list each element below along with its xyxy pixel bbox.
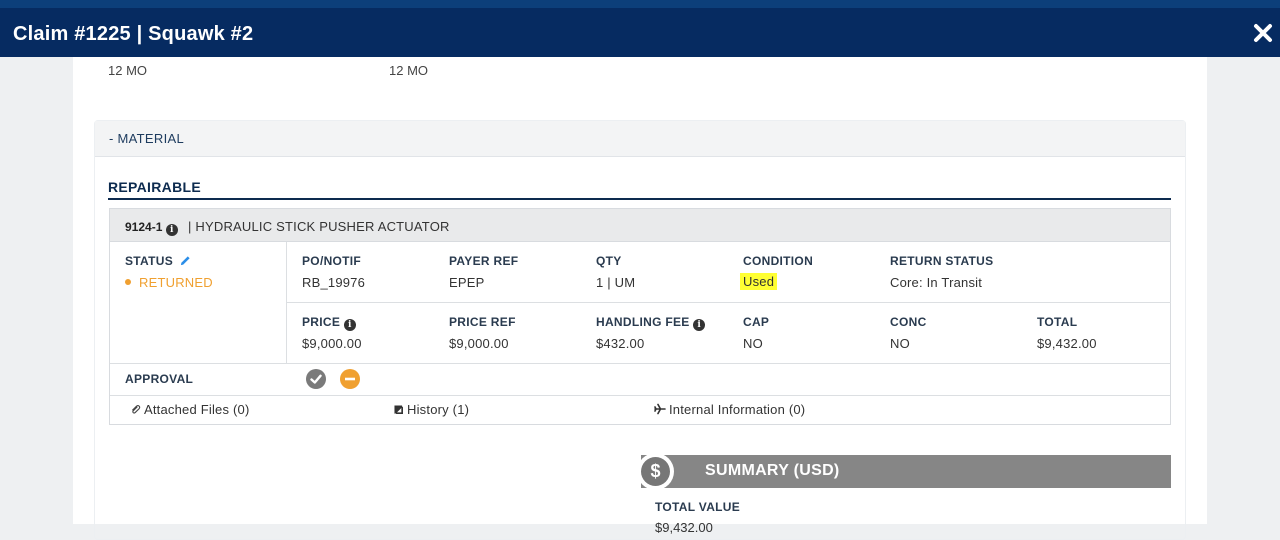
attached-files-link[interactable]: Attached Files (0) [130, 402, 249, 417]
handling-fee-value: $432.00 [596, 336, 645, 351]
cap-label: CAP [743, 315, 770, 329]
close-icon[interactable] [1252, 22, 1274, 44]
summary-total-value: $9,432.00 [655, 520, 713, 535]
history-link[interactable]: History (1) [393, 402, 469, 417]
total-value: $9,432.00 [1037, 336, 1097, 351]
approval-label: APPROVAL [125, 372, 194, 386]
condition-value-wrapper: Used [740, 273, 778, 290]
price-ref-value: $9,000.00 [449, 336, 509, 351]
po-notif-label: PO/NOTIF [302, 254, 362, 268]
material-section-toggle[interactable]: - MATERIAL [95, 121, 1185, 157]
summary-icon-ring: $ [637, 453, 674, 490]
links-divider [110, 395, 1170, 396]
handling-fee-label: HANDLING FEE [596, 315, 690, 329]
repairable-title: REPAIRABLE [108, 179, 201, 195]
price-label-group: PRICE i [302, 315, 356, 331]
price-info-icon[interactable]: i [343, 319, 356, 331]
part-header: 9124-1 i | HYDRAULIC STICK PUSHER ACTUAT… [110, 209, 1170, 242]
internal-information-label: Internal Information (0) [669, 402, 806, 417]
column-divider [286, 242, 287, 364]
price-label: PRICE [302, 315, 341, 329]
book-icon [394, 405, 403, 414]
status-label: STATUS [125, 254, 174, 268]
dollar-icon: $ [641, 457, 670, 486]
plane-icon [654, 403, 666, 415]
row-divider [287, 302, 1171, 303]
modal-title: Claim #1225 | Squawk #2 [13, 23, 254, 45]
part-separator: | [188, 219, 192, 234]
pencil-icon[interactable] [180, 255, 191, 269]
return-status-label: RETURN STATUS [890, 254, 994, 268]
total-value-label: TOTAL VALUE [655, 500, 741, 514]
return-status-value: Core: In Transit [890, 275, 983, 290]
payer-ref-label: PAYER REF [449, 254, 519, 268]
condition-value: Used [740, 273, 778, 290]
repairable-underline [108, 198, 1171, 200]
part-description-group: | HYDRAULIC STICK PUSHER ACTUATOR [188, 219, 450, 234]
info-icon[interactable]: i [165, 224, 178, 236]
part-description: HYDRAULIC STICK PUSHER ACTUATOR [195, 219, 450, 234]
conc-label: CONC [890, 315, 927, 329]
status-value: RETURNED [139, 275, 213, 290]
price-value: $9,000.00 [302, 336, 362, 351]
claim-panel: 12 MO 12 MO - MATERIAL REPAIRABLE 9124-1… [73, 57, 1207, 540]
conc-value: NO [890, 336, 910, 351]
cap-value: NO [743, 336, 763, 351]
warranty-value-right: 12 MO [389, 63, 429, 78]
summary-title: SUMMARY (USD) [705, 462, 840, 479]
price-ref-label: PRICE REF [449, 315, 516, 329]
qty-label: QTY [596, 254, 622, 268]
qty-value: 1 | UM [596, 275, 636, 290]
approve-check-icon[interactable] [306, 369, 326, 389]
total-label: TOTAL [1037, 315, 1078, 329]
history-label: History (1) [407, 402, 470, 417]
pending-minus-icon[interactable] [340, 369, 360, 389]
material-section-label: - MATERIAL [109, 131, 184, 146]
condition-label: CONDITION [743, 254, 814, 268]
material-card: 9124-1 i | HYDRAULIC STICK PUSHER ACTUAT… [109, 208, 1171, 425]
payer-ref-value: EPEP [449, 275, 485, 290]
part-number-group: 9124-1 i [125, 220, 178, 236]
handling-fee-label-group: HANDLING FEE i [596, 315, 706, 331]
paperclip-icon [131, 405, 141, 414]
top-accent-strip [0, 0, 1280, 8]
modal-header: Claim #1225 | Squawk #2 [0, 8, 1280, 57]
status-value-group: RETURNED [125, 275, 213, 290]
status-label-group: STATUS [125, 254, 191, 269]
attached-files-label: Attached Files (0) [144, 402, 250, 417]
internal-information-link[interactable]: Internal Information (0) [654, 402, 805, 417]
status-dot-icon [125, 279, 131, 285]
warranty-value-left: 12 MO [108, 63, 148, 78]
po-notif-value: RB_19976 [302, 275, 366, 290]
part-number: 9124-1 [125, 220, 163, 234]
approval-divider [110, 363, 1170, 364]
handling-fee-info-icon[interactable]: i [693, 319, 706, 331]
summary-bar: $ SUMMARY (USD) [637, 453, 1171, 490]
